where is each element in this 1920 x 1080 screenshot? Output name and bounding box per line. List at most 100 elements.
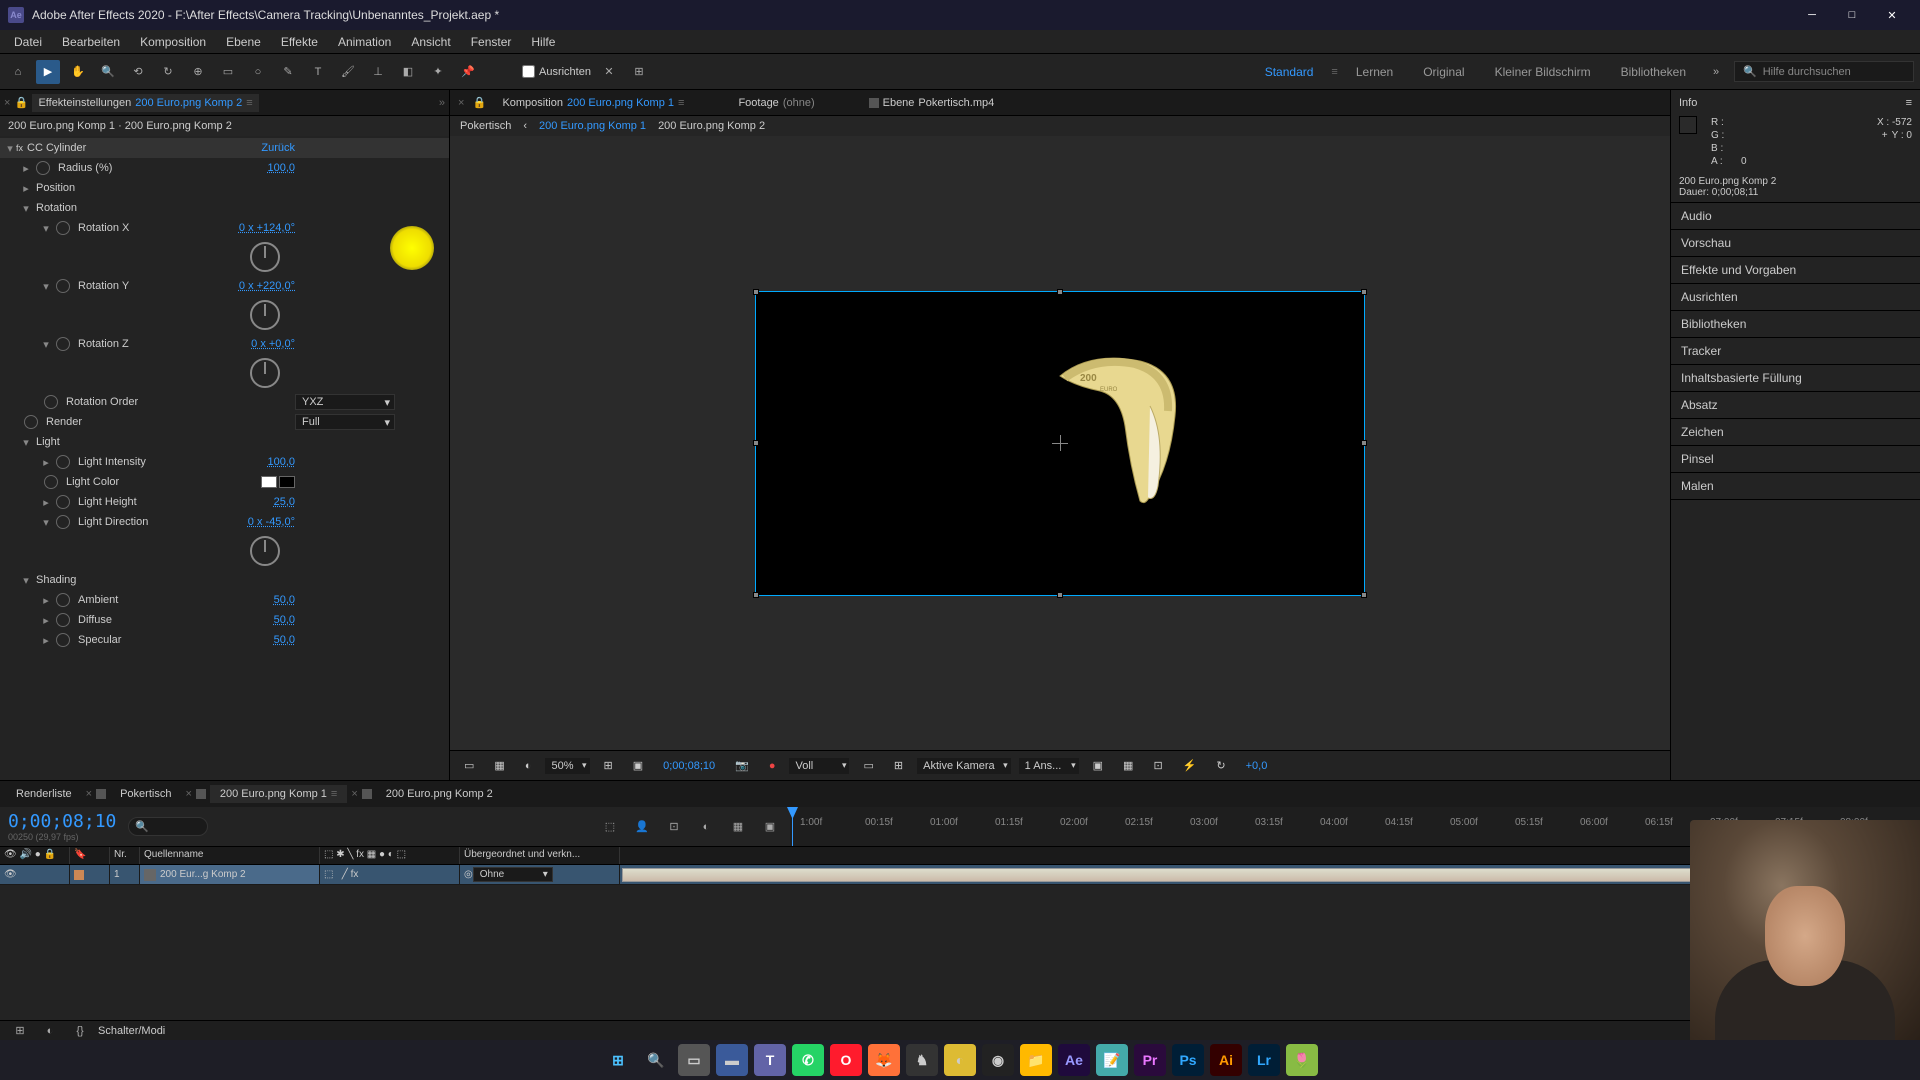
tl-tab-komp1[interactable]: 200 Euro.png Komp 1 ≡ xyxy=(210,785,347,803)
taskbar-ai-icon[interactable]: Ai xyxy=(1210,1044,1242,1076)
workspace-lernen[interactable]: Lernen xyxy=(1344,61,1405,83)
taskbar-folder-icon[interactable]: 📁 xyxy=(1020,1044,1052,1076)
panel-vorschau[interactable]: Vorschau xyxy=(1671,230,1920,257)
ausrichten-checkbox[interactable]: Ausrichten xyxy=(522,65,591,78)
light-direction-dial[interactable] xyxy=(250,536,280,566)
light-color-swatch[interactable] xyxy=(261,476,295,488)
menu-bearbeiten[interactable]: Bearbeiten xyxy=(52,33,130,51)
vc-mask-icon[interactable]: ◐ xyxy=(519,758,538,774)
hand-tool-icon[interactable]: ✋ xyxy=(66,60,90,84)
taskbar-notepad-icon[interactable]: 📝 xyxy=(1096,1044,1128,1076)
viewer-tab-komposition[interactable]: Komposition 200 Euro.png Komp 1 ≡ xyxy=(494,94,692,112)
rotz-value[interactable]: 0 x +0,0° xyxy=(251,338,445,350)
prop-light[interactable]: ▾ Light xyxy=(0,432,449,452)
stopwatch-icon[interactable] xyxy=(24,415,38,429)
light-height-value[interactable]: 25,0 xyxy=(274,496,445,508)
rect-tool-icon[interactable]: ▭ xyxy=(216,60,240,84)
close-button[interactable]: ✕ xyxy=(1872,0,1912,30)
start-button[interactable]: ⊞ xyxy=(602,1044,634,1076)
tl-shy-icon[interactable]: 👤 xyxy=(630,815,654,839)
workspace-more-icon[interactable]: » xyxy=(1704,60,1728,84)
stopwatch-icon[interactable] xyxy=(56,613,70,627)
prop-rotation-z[interactable]: ▾ Rotation Z 0 x +0,0° xyxy=(0,334,449,354)
viewer-timecode[interactable]: 0;00;08;10 xyxy=(657,758,721,774)
playhead[interactable] xyxy=(792,807,793,846)
tl-motion-icon[interactable]: ◐ xyxy=(694,815,718,839)
stamp-tool-icon[interactable]: ⊥ xyxy=(366,60,390,84)
ambient-value[interactable]: 50,0 xyxy=(274,594,445,606)
taskbar-firefox-icon[interactable]: 🦊 xyxy=(868,1044,900,1076)
vc-alpha-icon[interactable]: ▦ xyxy=(488,757,510,774)
stopwatch-icon[interactable] xyxy=(56,593,70,607)
taskbar-taskview-icon[interactable]: ▭ xyxy=(678,1044,710,1076)
panel-menu-icon[interactable]: ≡ xyxy=(1906,97,1912,109)
snap-icon[interactable]: ✕ xyxy=(597,60,621,84)
prop-light-color[interactable]: Light Color xyxy=(0,472,449,492)
puppet-tool-icon[interactable]: 📌 xyxy=(456,60,480,84)
panel-overflow-icon[interactable]: » xyxy=(439,97,445,109)
vc-channel-icon[interactable]: ● xyxy=(763,758,782,774)
prop-light-intensity[interactable]: ▸ Light Intensity 100,0 xyxy=(0,452,449,472)
vc-snapshot-icon[interactable]: 📷 xyxy=(729,757,755,774)
stopwatch-icon[interactable] xyxy=(56,221,70,235)
stopwatch-icon[interactable] xyxy=(56,495,70,509)
menu-datei[interactable]: Datei xyxy=(4,33,52,51)
roto-tool-icon[interactable]: ✦ xyxy=(426,60,450,84)
light-intensity-value[interactable]: 100,0 xyxy=(267,456,445,468)
tl-frame-icon[interactable]: ▦ xyxy=(726,815,750,839)
menu-effekte[interactable]: Effekte xyxy=(271,33,328,51)
prop-shading[interactable]: ▾ Shading xyxy=(0,570,449,590)
tl-graph-icon[interactable]: ⬚ xyxy=(598,815,622,839)
stopwatch-icon[interactable] xyxy=(56,337,70,351)
prop-specular[interactable]: ▸ Specular 50,0 xyxy=(0,630,449,650)
menu-ansicht[interactable]: Ansicht xyxy=(401,33,460,51)
taskbar-ae-icon[interactable]: Ae xyxy=(1058,1044,1090,1076)
vc-guide-icon[interactable]: ▦ xyxy=(1117,757,1139,774)
rot-order-dropdown[interactable]: YXZ xyxy=(295,394,395,410)
panel-zeichen[interactable]: Zeichen xyxy=(1671,419,1920,446)
prop-rotation-order[interactable]: Rotation Order YXZ xyxy=(0,392,449,412)
bc-komp1[interactable]: 200 Euro.png Komp 1 xyxy=(539,120,646,132)
rotation-y-dial[interactable] xyxy=(250,300,280,330)
radius-value[interactable]: 100,0 xyxy=(267,162,445,174)
panel-audio[interactable]: Audio xyxy=(1671,203,1920,230)
prop-light-height[interactable]: ▸ Light Height 25,0 xyxy=(0,492,449,512)
viewer-lock-icon[interactable]: 🔒 xyxy=(472,96,486,110)
stopwatch-icon[interactable] xyxy=(56,279,70,293)
zoom-dropdown[interactable]: 50% xyxy=(545,758,589,774)
prop-position[interactable]: ▸ Position xyxy=(0,178,449,198)
panel-bibliotheken[interactable]: Bibliotheken xyxy=(1671,311,1920,338)
orbit-tool-icon[interactable]: ⟲ xyxy=(126,60,150,84)
stopwatch-icon[interactable] xyxy=(56,515,70,529)
ellipse-tool-icon[interactable]: ○ xyxy=(246,60,270,84)
prop-radius[interactable]: ▸ Radius (%) 100,0 xyxy=(0,158,449,178)
tl-tab-komp2[interactable]: 200 Euro.png Komp 2 xyxy=(376,785,503,803)
timeline-search[interactable]: 🔍 xyxy=(128,817,208,836)
render-dropdown[interactable]: Full xyxy=(295,414,395,430)
effect-cc-cylinder[interactable]: ▾ fx CC Cylinder Zurück xyxy=(0,138,449,158)
video-frame[interactable]: 200 EURO xyxy=(755,291,1365,596)
panel-ausrichten[interactable]: Ausrichten xyxy=(1671,284,1920,311)
switches-modes-label[interactable]: Schalter/Modi xyxy=(98,1025,165,1037)
diffuse-value[interactable]: 50,0 xyxy=(274,614,445,626)
menu-komposition[interactable]: Komposition xyxy=(130,33,216,51)
exposure-value[interactable]: +0,0 xyxy=(1240,758,1274,774)
taskbar-whatsapp-icon[interactable]: ✆ xyxy=(792,1044,824,1076)
stopwatch-icon[interactable] xyxy=(56,633,70,647)
workspace-kleiner[interactable]: Kleiner Bildschirm xyxy=(1483,61,1603,83)
anchor-tool-icon[interactable]: ⊕ xyxy=(186,60,210,84)
prop-light-direction[interactable]: ▾ Light Direction 0 x -45,0° xyxy=(0,512,449,532)
prop-ambient[interactable]: ▸ Ambient 50,0 xyxy=(0,590,449,610)
grid-icon[interactable]: ⊞ xyxy=(627,60,651,84)
tl-toggle1-icon[interactable]: ⊞ xyxy=(8,1019,32,1043)
tl-fx-icon[interactable]: ⊡ xyxy=(662,815,686,839)
effects-panel-tab[interactable]: Effekteinstellungen 200 Euro.png Komp 2 … xyxy=(32,94,258,112)
eraser-tool-icon[interactable]: ◧ xyxy=(396,60,420,84)
stopwatch-icon[interactable] xyxy=(44,475,58,489)
panel-tracker[interactable]: Tracker xyxy=(1671,338,1920,365)
vc-grid-icon[interactable]: ⊞ xyxy=(888,757,909,774)
prop-rotation-x[interactable]: ▾ Rotation X 0 x +124,0° xyxy=(0,218,449,238)
maximize-button[interactable]: □ xyxy=(1832,0,1872,30)
taskbar-ps-icon[interactable]: Ps xyxy=(1172,1044,1204,1076)
taskbar-search-icon[interactable]: 🔍 xyxy=(640,1044,672,1076)
